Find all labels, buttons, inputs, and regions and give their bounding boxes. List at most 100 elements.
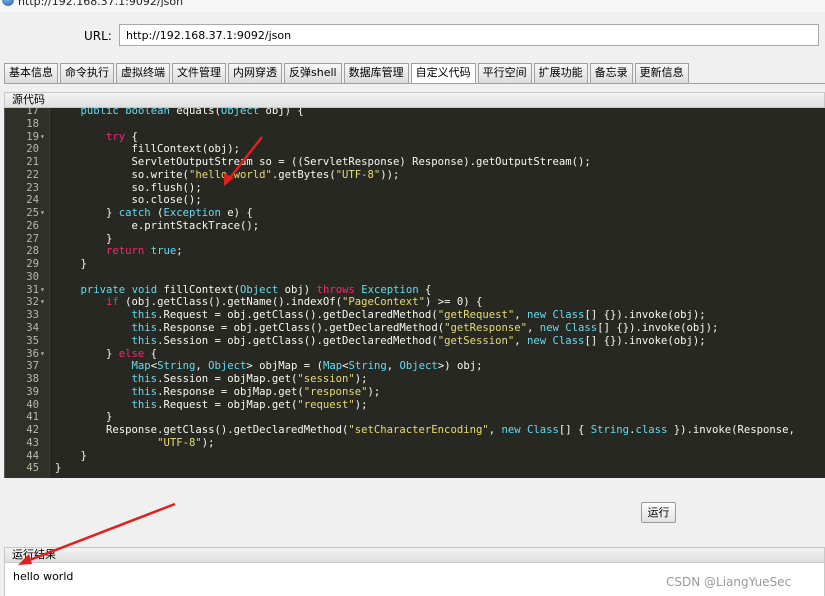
- code-line: 30: [5, 271, 825, 284]
- line-number: 32: [26, 296, 39, 309]
- line-number: 33: [26, 309, 39, 322]
- run-area: [4, 478, 825, 544]
- line-number: 42: [26, 424, 39, 437]
- code-line: 35 this.Session = obj.getClass().getDecl…: [5, 335, 825, 348]
- code-line: 20 fillContext(obj);: [5, 143, 825, 156]
- line-number: 40: [26, 398, 39, 411]
- code-line: 31 ▾ private void fillContext(Object obj)…: [5, 284, 825, 297]
- run-button[interactable]: 运行: [641, 502, 676, 523]
- line-number: 36: [26, 347, 39, 360]
- line-number: 26: [26, 219, 39, 232]
- code-text: so.close();: [55, 194, 202, 207]
- code-text: this.Session = objMap.get("session");: [131, 373, 368, 386]
- line-number: 35: [26, 334, 39, 347]
- line-number: 25: [26, 207, 39, 220]
- code-text: this.Request = objMap.get("request");: [131, 398, 368, 411]
- code-line: 43 "UTF-8");: [5, 437, 825, 450]
- code-text: this.Response = objMap.get("response");: [131, 385, 381, 398]
- url-bar: URL:: [0, 12, 825, 58]
- line-number: 37: [26, 360, 39, 373]
- tab-6[interactable]: 数据库管理: [343, 63, 409, 83]
- code-text: Map<String, Object> objMap = (Map<String…: [131, 360, 483, 373]
- code-line: 37 Map<String, Object> objMap = (Map<Str…: [5, 360, 825, 373]
- line-number: 27: [26, 232, 39, 245]
- code-line: 33 this.Request = obj.getClass().getDecl…: [5, 309, 825, 322]
- line-number: 28: [26, 245, 39, 258]
- window-title: http://192.168.37.1:9092/json: [18, 0, 184, 8]
- line-number: 18: [26, 117, 39, 130]
- tab-4[interactable]: 内网穿透: [228, 63, 282, 83]
- code-line: 38 this.Session = objMap.get("session");: [5, 373, 825, 386]
- globe-icon: [2, 0, 14, 6]
- line-number: 19: [26, 130, 39, 143]
- code-text: ServletOutputStream so = ((ServletRespon…: [55, 156, 591, 169]
- result-output-text: hello world: [13, 570, 74, 583]
- code-line: 21 ServletOutputStream so = ((ServletRes…: [5, 156, 825, 169]
- code-text: this.Response = obj.getClass().getDeclar…: [131, 322, 719, 335]
- code-text: so.write("hello world".getBytes("UTF-8")…: [55, 168, 400, 181]
- line-number: 34: [26, 322, 39, 335]
- code-line: 22 so.write("hello world".getBytes("UTF-…: [5, 169, 825, 182]
- tab-3[interactable]: 文件管理: [172, 63, 226, 83]
- line-number: 20: [26, 143, 39, 156]
- tab-2[interactable]: 虚拟终端: [116, 63, 170, 83]
- code-text: }: [55, 462, 62, 475]
- line-number: 24: [26, 194, 39, 207]
- code-line: 28 return true;: [5, 245, 825, 258]
- tab-1[interactable]: 命令执行: [60, 63, 114, 83]
- line-number: 38: [26, 373, 39, 386]
- code-text: }: [55, 449, 87, 462]
- url-label: URL:: [84, 29, 112, 43]
- line-number: 21: [26, 156, 39, 169]
- fold-arrow-icon[interactable]: ▾: [40, 131, 48, 144]
- code-text: e.printStackTrace();: [55, 219, 260, 232]
- code-line: 44 }: [5, 450, 825, 463]
- line-number: 17: [26, 108, 39, 117]
- code-text: }: [55, 232, 113, 245]
- line-number: 31: [26, 283, 39, 296]
- code-text: try {: [106, 130, 138, 143]
- tab-9[interactable]: 扩展功能: [533, 63, 588, 83]
- code-line: 40 this.Request = objMap.get("request");: [5, 399, 825, 412]
- source-code-header: 源代码: [4, 92, 825, 108]
- code-line: 25 ▾ } catch (Exception e) {: [5, 207, 825, 220]
- tab-0[interactable]: 基本信息: [4, 63, 58, 83]
- code-line: 19 ▾ try {: [5, 131, 825, 144]
- tab-11[interactable]: 更新信息: [634, 63, 689, 83]
- line-number: 43: [26, 436, 39, 449]
- fold-arrow-icon[interactable]: ▾: [40, 207, 48, 220]
- tab-7[interactable]: 自定义代码: [410, 63, 476, 84]
- code-line: 34 this.Response = obj.getClass().getDec…: [5, 322, 825, 335]
- tab-panel-border: [4, 83, 825, 84]
- line-number: 41: [26, 411, 39, 424]
- fold-arrow-icon[interactable]: ▾: [40, 284, 48, 297]
- code-text: return true;: [106, 245, 183, 258]
- result-header: 运行结果: [4, 547, 825, 563]
- code-text: Response.getClass().getDeclaredMethod("s…: [55, 424, 795, 437]
- tab-10[interactable]: 备忘录: [589, 63, 633, 83]
- tab-5[interactable]: 反弹shell: [284, 63, 342, 83]
- fold-arrow-icon[interactable]: ▾: [40, 348, 48, 361]
- code-line: 27 }: [5, 233, 825, 246]
- code-line: 17 public boolean equals(Object obj) {: [5, 108, 825, 118]
- code-text: private void fillContext(Object obj) thr…: [80, 283, 432, 296]
- code-text: }: [55, 411, 113, 424]
- code-text: "UTF-8");: [157, 436, 215, 449]
- line-number: 39: [26, 385, 39, 398]
- code-editor[interactable]: 17 public boolean equals(Object obj) {18…: [4, 108, 825, 478]
- code-text: this.Request = obj.getClass().getDeclare…: [131, 309, 706, 322]
- tab-8[interactable]: 平行空间: [477, 63, 532, 83]
- line-number: 45: [26, 462, 39, 475]
- url-input[interactable]: [119, 24, 819, 46]
- line-number: 30: [26, 270, 39, 283]
- function-tabs: 基本信息 命令执行 虚拟终端 文件管理 内网穿透 反弹shell 数据库管理 自定义代码 平行空…: [4, 63, 691, 84]
- code-line: 36 ▾ } else {: [5, 348, 825, 361]
- code-text: public boolean equals(Object obj) {: [80, 108, 304, 117]
- code-line: 23 so.flush();: [5, 182, 825, 195]
- code-line: 24 so.close();: [5, 194, 825, 207]
- code-text: }: [55, 258, 87, 271]
- code-text: fillContext(obj);: [55, 143, 240, 156]
- code-line: 39 this.Response = objMap.get("response"…: [5, 386, 825, 399]
- code-text: } else {: [55, 347, 158, 360]
- fold-arrow-icon[interactable]: ▾: [40, 296, 48, 309]
